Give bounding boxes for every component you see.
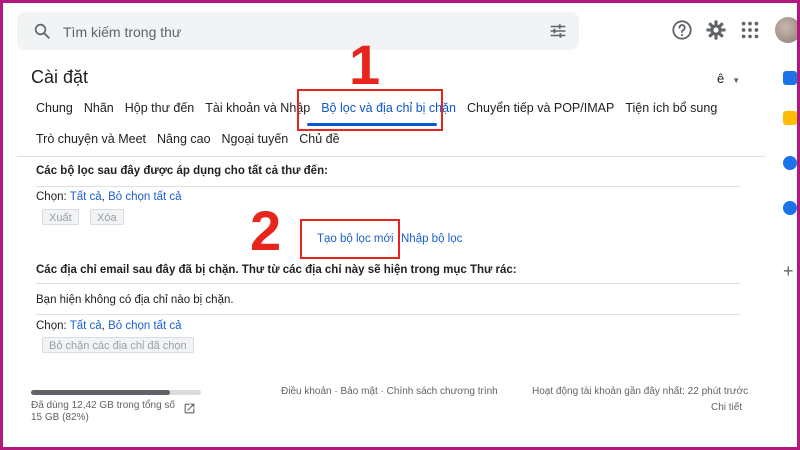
tab-labels[interactable]: Nhãn xyxy=(84,101,114,115)
calendar-icon[interactable] xyxy=(783,71,797,85)
program-policy-link[interactable]: Chính sách chương trình xyxy=(387,386,498,397)
window-frame: Tìm kiếm trong thư + Cài đặt ê ▼ Chung N… xyxy=(0,0,800,450)
blocked-empty-message: Bạn hiện không có địa chỉ nào bị chặn. xyxy=(36,294,234,306)
tab-inbox[interactable]: Hộp thư đến xyxy=(125,101,195,115)
top-bar: Tìm kiếm trong thư xyxy=(3,3,797,59)
language-selector[interactable]: ê ▼ xyxy=(717,71,740,86)
filters-divider xyxy=(36,186,740,187)
tab-general[interactable]: Chung xyxy=(36,101,73,115)
blocked-heading: Các địa chỉ email sau đây đã bị chặn. Th… xyxy=(36,264,517,276)
search-box[interactable]: Tìm kiếm trong thư xyxy=(17,12,579,50)
select-separator: , xyxy=(101,191,105,203)
tab-forwarding[interactable]: Chuyển tiếp và POP/IMAP xyxy=(467,101,614,115)
footer-links: Điều khoản · Bảo mật · Chính sách chương… xyxy=(281,386,498,397)
tabs-row-2: Trò chuyện và Meet Nâng cao Ngoại tuyến … xyxy=(36,132,351,146)
last-activity-text: Hoạt động tài khoản gần đây nhất: 22 phú… xyxy=(532,386,749,397)
delete-button[interactable]: Xóa xyxy=(90,209,124,225)
search-input[interactable]: Tìm kiếm trong thư xyxy=(63,24,181,40)
chevron-down-icon: ▼ xyxy=(732,76,741,85)
keep-icon[interactable] xyxy=(783,111,797,125)
blocked-select-row: Chọn: Tất cả, Bỏ chọn tất cả xyxy=(36,320,182,332)
tab-themes[interactable]: Chủ đề xyxy=(299,132,339,146)
tab-advanced[interactable]: Nâng cao xyxy=(157,132,211,146)
storage-text-1: Đã dùng 12,42 GB trong tổng số xyxy=(31,400,175,411)
tab-offline[interactable]: Ngoại tuyến xyxy=(222,132,289,146)
tab-accounts[interactable]: Tài khoản và Nhập xyxy=(205,101,310,115)
annotation-number-2: 2 xyxy=(250,199,282,262)
help-icon[interactable] xyxy=(671,19,693,41)
annotation-number-1: 1 xyxy=(349,33,381,96)
contacts-icon[interactable] xyxy=(783,201,797,215)
apps-grid-icon[interactable] xyxy=(739,19,761,41)
select-label: Chọn: xyxy=(36,320,67,332)
add-icon[interactable]: + xyxy=(783,262,794,280)
terms-link[interactable]: Điều khoản xyxy=(281,386,332,397)
footer-dot: · xyxy=(334,386,338,397)
tasks-icon[interactable] xyxy=(783,156,797,170)
select-separator: , xyxy=(101,320,105,332)
unblock-button[interactable]: Bỏ chặn các địa chỉ đã chọn xyxy=(42,337,194,353)
tab-addons[interactable]: Tiện ích bổ sung xyxy=(625,101,717,115)
storage-bar xyxy=(31,390,201,395)
search-icon[interactable] xyxy=(33,22,51,40)
open-external-icon[interactable] xyxy=(183,402,196,415)
annotation-box-2 xyxy=(300,219,400,259)
blocked-divider xyxy=(36,283,740,284)
storage-text-2: 15 GB (82%) xyxy=(31,412,89,423)
import-filters-link[interactable]: Nhập bộ lọc xyxy=(401,233,462,245)
page-title: Cài đặt xyxy=(31,67,89,87)
tab-chat-meet[interactable]: Trò chuyện và Meet xyxy=(36,132,146,146)
export-button[interactable]: Xuất xyxy=(42,209,79,225)
filters-heading: Các bộ lọc sau đây được áp dụng cho tất … xyxy=(36,165,328,177)
privacy-link[interactable]: Bảo mật xyxy=(341,386,378,397)
gear-icon[interactable] xyxy=(705,19,727,41)
footer-dot: · xyxy=(380,386,384,397)
storage-fill xyxy=(31,390,171,395)
side-panel: + xyxy=(771,59,797,447)
language-label: ê xyxy=(717,71,725,86)
deselect-all-link[interactable]: Bỏ chọn tất cả xyxy=(108,320,182,332)
avatar[interactable] xyxy=(775,17,797,43)
select-all-link[interactable]: Tất cả xyxy=(70,191,102,203)
select-label: Chọn: xyxy=(36,191,67,203)
tabs-divider xyxy=(17,156,765,157)
filters-select-row: Chọn: Tất cả, Bỏ chọn tất cả xyxy=(36,191,182,203)
deselect-all-link[interactable]: Bỏ chọn tất cả xyxy=(108,191,182,203)
blocked-divider-2 xyxy=(36,314,740,315)
tune-icon[interactable] xyxy=(549,22,567,40)
select-all-link[interactable]: Tất cả xyxy=(70,320,102,332)
details-link[interactable]: Chi tiết xyxy=(711,402,742,413)
